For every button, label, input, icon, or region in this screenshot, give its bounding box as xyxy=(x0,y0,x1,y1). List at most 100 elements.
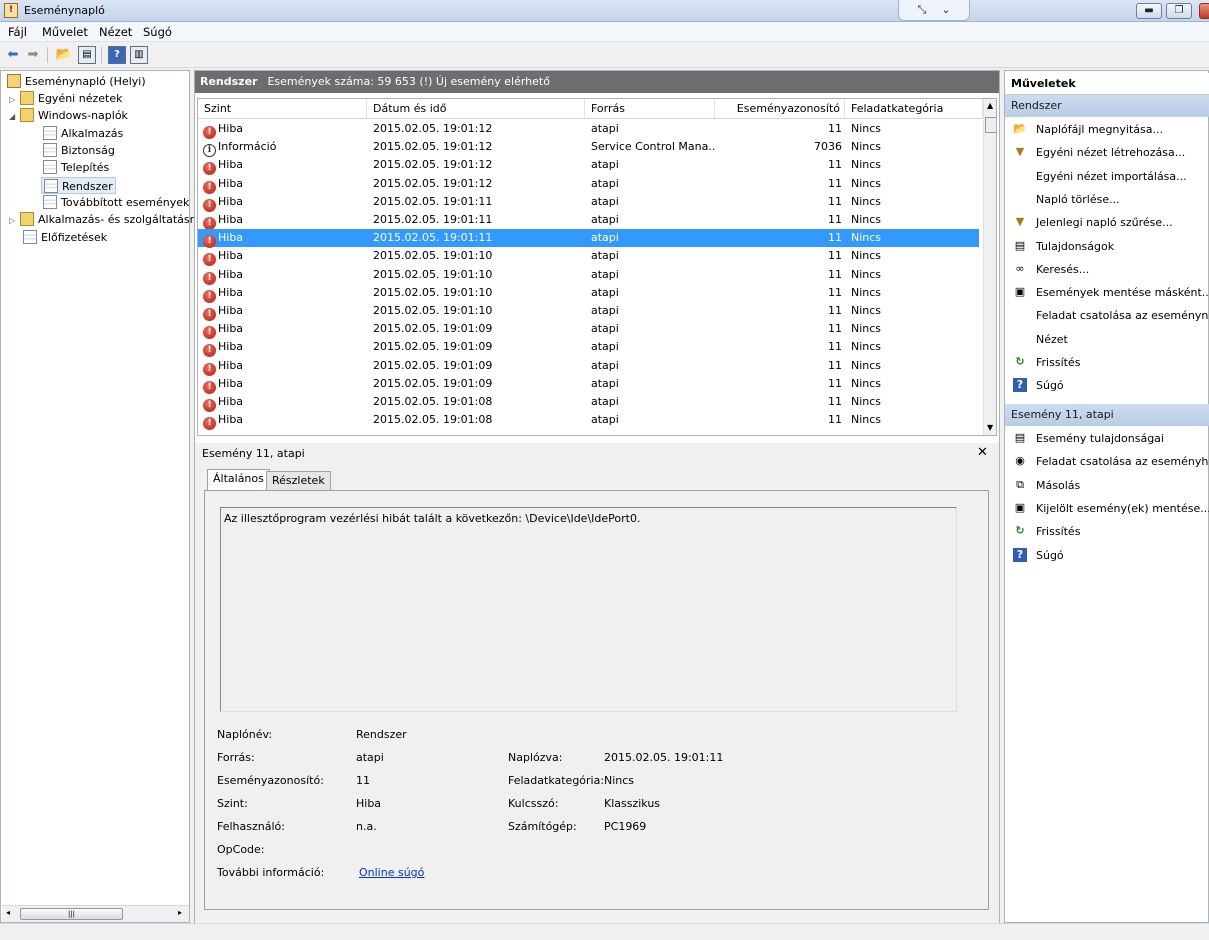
action-item[interactable]: ↻ Frissítés xyxy=(1005,351,1209,374)
tree-horizontal-scrollbar[interactable]: ◂ ||| ▸ xyxy=(2,905,189,922)
back-arrow-icon[interactable]: ⬅ xyxy=(4,46,22,64)
scroll-down-icon[interactable]: ▼ xyxy=(987,423,993,432)
action-label: Súgó xyxy=(1036,379,1064,393)
table-row[interactable]: ! Hiba 2015.02.05. 19:01:09 atapi 11 Nincs xyxy=(198,338,979,358)
action-item[interactable]: ▼ Jelenlegi napló szűrése... xyxy=(1005,211,1209,234)
cell-event-id: 11 xyxy=(828,358,842,372)
show-tree-icon[interactable]: ▤ xyxy=(78,46,96,64)
table-row[interactable]: ! Hiba 2015.02.05. 19:01:08 atapi 11 Nincs xyxy=(198,411,979,431)
action-item[interactable]: ? Súgó xyxy=(1005,374,1209,397)
center-pane: Rendszer Események száma: 59 653 (!) Új e… xyxy=(194,70,1000,923)
scroll-up-icon[interactable]: ▲ xyxy=(987,101,993,110)
table-row[interactable]: ! Hiba 2015.02.05. 19:01:09 atapi 11 Nincs xyxy=(198,357,979,376)
scrollbar-thumb[interactable]: ||| xyxy=(20,908,123,920)
column-header-date[interactable]: Dátum és idő xyxy=(367,99,585,119)
tree-item-subscriptions[interactable]: Előfizetések xyxy=(23,229,107,246)
tab-general[interactable]: Általános xyxy=(207,469,270,491)
table-row[interactable]: ! Hiba 2015.02.05. 19:01:12 atapi 11 Nincs xyxy=(198,175,979,194)
opcode-label: OpCode: xyxy=(217,843,265,856)
action-item[interactable]: 📂 Naplófájl megnyitása... xyxy=(1005,118,1209,141)
action-item[interactable]: ▼ Egyéni nézet létrehozása... xyxy=(1005,141,1209,164)
scroll-right-icon[interactable]: ▸ xyxy=(178,908,182,917)
close-icon[interactable]: ✕ xyxy=(977,445,988,460)
action-item[interactable]: ▤ Tulajdonságok xyxy=(1005,235,1209,258)
tab-details[interactable]: Részletek xyxy=(266,471,331,491)
action-item[interactable]: ▣ Kijelölt esemény(ek) mentése... xyxy=(1005,497,1209,520)
cell-level: ! Hiba xyxy=(203,229,363,249)
table-row[interactable]: ! Hiba 2015.02.05. 19:01:12 atapi 11 Nincs xyxy=(198,120,979,139)
level-text: Hiba xyxy=(218,231,244,245)
table-row[interactable]: ! Hiba 2015.02.05. 19:01:10 atapi 11 Nincs xyxy=(198,266,979,285)
column-header-level[interactable]: Szint xyxy=(198,99,367,119)
table-row[interactable]: ! Hiba 2015.02.05. 19:01:10 atapi 11 Nincs xyxy=(198,284,979,303)
cell-category: Nincs xyxy=(851,176,882,190)
menu-view[interactable]: Nézet xyxy=(99,25,132,39)
table-row[interactable]: ! Hiba 2015.02.05. 19:01:12 atapi 11 Nincs xyxy=(198,156,979,176)
table-row[interactable]: ! Hiba 2015.02.05. 19:01:09 atapi 11 Nincs xyxy=(198,320,979,340)
scrollbar-thumb[interactable] xyxy=(985,117,996,133)
expand-arrow-icon[interactable]: ▷ xyxy=(9,212,20,229)
action-label: Feladat csatolása az eseménynа... xyxy=(1036,309,1209,323)
up-folder-icon[interactable]: 📂 xyxy=(55,46,73,64)
tree-item-windows-logs[interactable]: ◢ Windows-naplók xyxy=(9,107,128,124)
action-label: Kijelölt esemény(ek) mentése... xyxy=(1036,501,1209,515)
table-row-selected[interactable]: ! Hiba 2015.02.05. 19:01:11 atapi 11 Nincs xyxy=(198,229,979,249)
table-row[interactable]: ! Hiba 2015.02.05. 19:01:09 atapi 11 Nincs xyxy=(198,375,979,394)
event-description[interactable]: Az illesztőprogram vezérlési hibát talál… xyxy=(220,507,957,712)
tree-item-custom-views[interactable]: ▷ Egyéni nézetek xyxy=(9,90,122,107)
tree-item-security[interactable]: Biztonság xyxy=(43,142,115,159)
action-item[interactable]: Feladat csatolása az eseménynа... xyxy=(1005,304,1209,327)
chevron-down-icon[interactable]: ⌄ xyxy=(935,3,957,17)
expand-arrow-icon[interactable]: ▷ xyxy=(9,91,20,108)
column-header-category[interactable]: Feladatkategória xyxy=(845,99,983,119)
cell-level: ! Hiba xyxy=(203,338,363,358)
cell-date: 2015.02.05. 19:01:12 xyxy=(373,176,493,190)
tree-item-forwarded-events[interactable]: Továbbított események xyxy=(43,194,189,211)
copy-icon: ⧉ xyxy=(1016,477,1024,491)
table-row[interactable]: ! Hiba 2015.02.05. 19:01:10 atapi 11 Nincs xyxy=(198,302,979,321)
action-item[interactable]: Nézet xyxy=(1005,328,1209,351)
forward-arrow-icon[interactable]: ➡ xyxy=(24,46,42,64)
help-icon[interactable]: ? xyxy=(108,46,126,64)
table-row[interactable]: ! Hiba 2015.02.05. 19:01:10 atapi 11 Nincs xyxy=(198,247,979,267)
menu-action[interactable]: Művelet xyxy=(42,25,88,39)
column-header-source[interactable]: Forrás xyxy=(585,99,715,119)
folder-icon xyxy=(20,212,34,226)
tree-item-app-services[interactable]: ▷ Alkalmazás- és szolgáltatásn xyxy=(9,211,197,228)
action-item[interactable]: ? Súgó xyxy=(1005,544,1209,567)
table-row[interactable]: ! Hiba 2015.02.05. 19:01:11 atapi 11 Nincs xyxy=(198,193,979,212)
action-item[interactable]: ∞ Keresés... xyxy=(1005,258,1209,281)
tree-item-application[interactable]: Alkalmazás xyxy=(43,125,123,142)
grid-vertical-scrollbar[interactable]: ▲ ▼ xyxy=(983,99,996,435)
action-item[interactable]: Napló törlése... xyxy=(1005,188,1209,211)
task-icon: ◉ xyxy=(1015,454,1025,468)
action-item[interactable]: ⧉ Másolás xyxy=(1005,474,1209,497)
action-item[interactable]: ◉ Feladat csatolása az eseményhe... xyxy=(1005,450,1209,473)
table-row[interactable]: ! Hiba 2015.02.05. 19:01:08 atapi 11 Nincs xyxy=(198,393,979,412)
menu-file[interactable]: Fájl xyxy=(8,25,27,39)
table-row[interactable]: ! Hiba 2015.02.05. 19:01:11 atapi 11 Nincs xyxy=(198,211,979,230)
actions-section-system[interactable]: Rendszer xyxy=(1005,95,1209,117)
action-item[interactable]: ▤ Esemény tulajdonságai xyxy=(1005,427,1209,450)
minimize-button[interactable]: ▬ xyxy=(1136,3,1162,19)
scroll-left-icon[interactable]: ◂ xyxy=(6,908,10,917)
close-button[interactable] xyxy=(1199,3,1209,19)
cell-event-id: 11 xyxy=(828,176,842,190)
table-row[interactable]: i Információ 2015.02.05. 19:01:12 Service C… xyxy=(198,138,979,158)
show-action-pane-icon[interactable]: ▥ xyxy=(130,46,148,64)
action-item[interactable]: ▣ Események mentése másként... xyxy=(1005,281,1209,304)
tree-item-system[interactable]: Rendszer xyxy=(41,177,116,194)
menu-help[interactable]: Súgó xyxy=(143,25,172,39)
action-item[interactable]: Egyéni nézet importálása... xyxy=(1005,165,1209,188)
column-header-event-id[interactable]: Eseményazonosító xyxy=(715,99,845,119)
actions-section-event[interactable]: Esemény 11, atapi xyxy=(1005,404,1209,426)
cell-level: ! Hiba xyxy=(203,393,363,412)
fullscreen-icon[interactable]: ⤡ xyxy=(911,3,933,17)
online-help-link[interactable]: Online súgó xyxy=(359,866,424,879)
tree-item-root[interactable]: Eseménynapló (Helyi) xyxy=(7,73,146,90)
collapse-arrow-icon[interactable]: ◢ xyxy=(9,108,20,125)
maximize-button[interactable]: ❐ xyxy=(1166,3,1192,19)
tree-item-setup[interactable]: Telepítés xyxy=(43,159,109,176)
action-item[interactable]: ↻ Frissítés xyxy=(1005,520,1209,543)
event-viewer-icon xyxy=(7,74,21,88)
